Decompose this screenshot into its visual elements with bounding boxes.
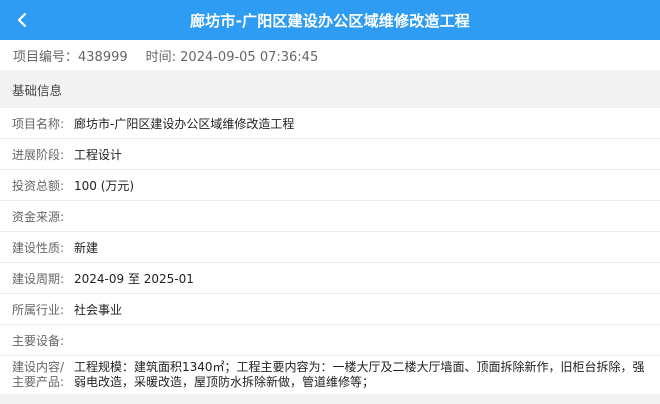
back-button[interactable]: [8, 6, 36, 34]
field-row-project-name: 项目名称: 廊坊市-广阳区建设办公区域维修改造工程: [0, 108, 660, 139]
project-meta: 项目编号：438999 时间: 2024-09-05 07:36:45: [0, 40, 660, 70]
chevron-left-icon: [17, 12, 27, 28]
project-number: 项目编号：438999: [13, 49, 128, 65]
field-value: 新建: [74, 240, 99, 255]
field-label: 进展阶段:: [12, 147, 65, 162]
section-title-basic-info: 基础信息: [0, 70, 660, 108]
field-row-funding-source: 资金来源:: [0, 201, 660, 232]
field-row-period: 建设周期: 2024-09 至 2025-01: [0, 263, 660, 294]
field-value: 廊坊市-广阳区建设办公区域维修改造工程: [74, 116, 295, 131]
field-label: 建设周期:: [12, 271, 65, 286]
field-label: 所属行业:: [12, 302, 65, 317]
field-label: 建设性质:: [12, 240, 65, 255]
field-label: 建设内容/主要产品:: [12, 360, 65, 389]
field-row-construction-type: 建设性质: 新建: [0, 232, 660, 263]
field-row-equipment: 主要设备:: [0, 325, 660, 356]
field-row-industry: 所属行业: 社会事业: [0, 294, 660, 325]
page-title: 廊坊市-广阳区建设办公区域维修改造工程: [189, 11, 471, 30]
field-value: 工程规模：建筑面积1340㎡；工程主要内容为：一楼大厅及二楼大厅墙面、顶面拆除新…: [74, 360, 645, 389]
field-value: 社会事业: [74, 302, 123, 317]
field-row-stage: 进展阶段: 工程设计: [0, 139, 660, 170]
field-value: 2024-09 至 2025-01: [74, 271, 194, 286]
project-time: 时间: 2024-09-05 07:36:45: [145, 49, 319, 65]
info-list: 项目名称: 廊坊市-广阳区建设办公区域维修改造工程 进展阶段: 工程设计 投资总…: [0, 108, 660, 394]
field-label: 投资总额:: [12, 178, 65, 193]
field-value: 工程设计: [74, 147, 123, 162]
field-row-investment: 投资总额: 100 (万元): [0, 170, 660, 201]
field-label: 项目名称:: [12, 116, 65, 131]
field-value: 100 (万元): [74, 178, 135, 193]
field-label: 主要设备:: [12, 333, 65, 348]
top-bar: 廊坊市-广阳区建设办公区域维修改造工程: [0, 0, 660, 40]
field-label: 资金来源:: [12, 209, 65, 224]
field-row-content: 建设内容/主要产品: 工程规模：建筑面积1340㎡；工程主要内容为：一楼大厅及二…: [0, 356, 660, 394]
